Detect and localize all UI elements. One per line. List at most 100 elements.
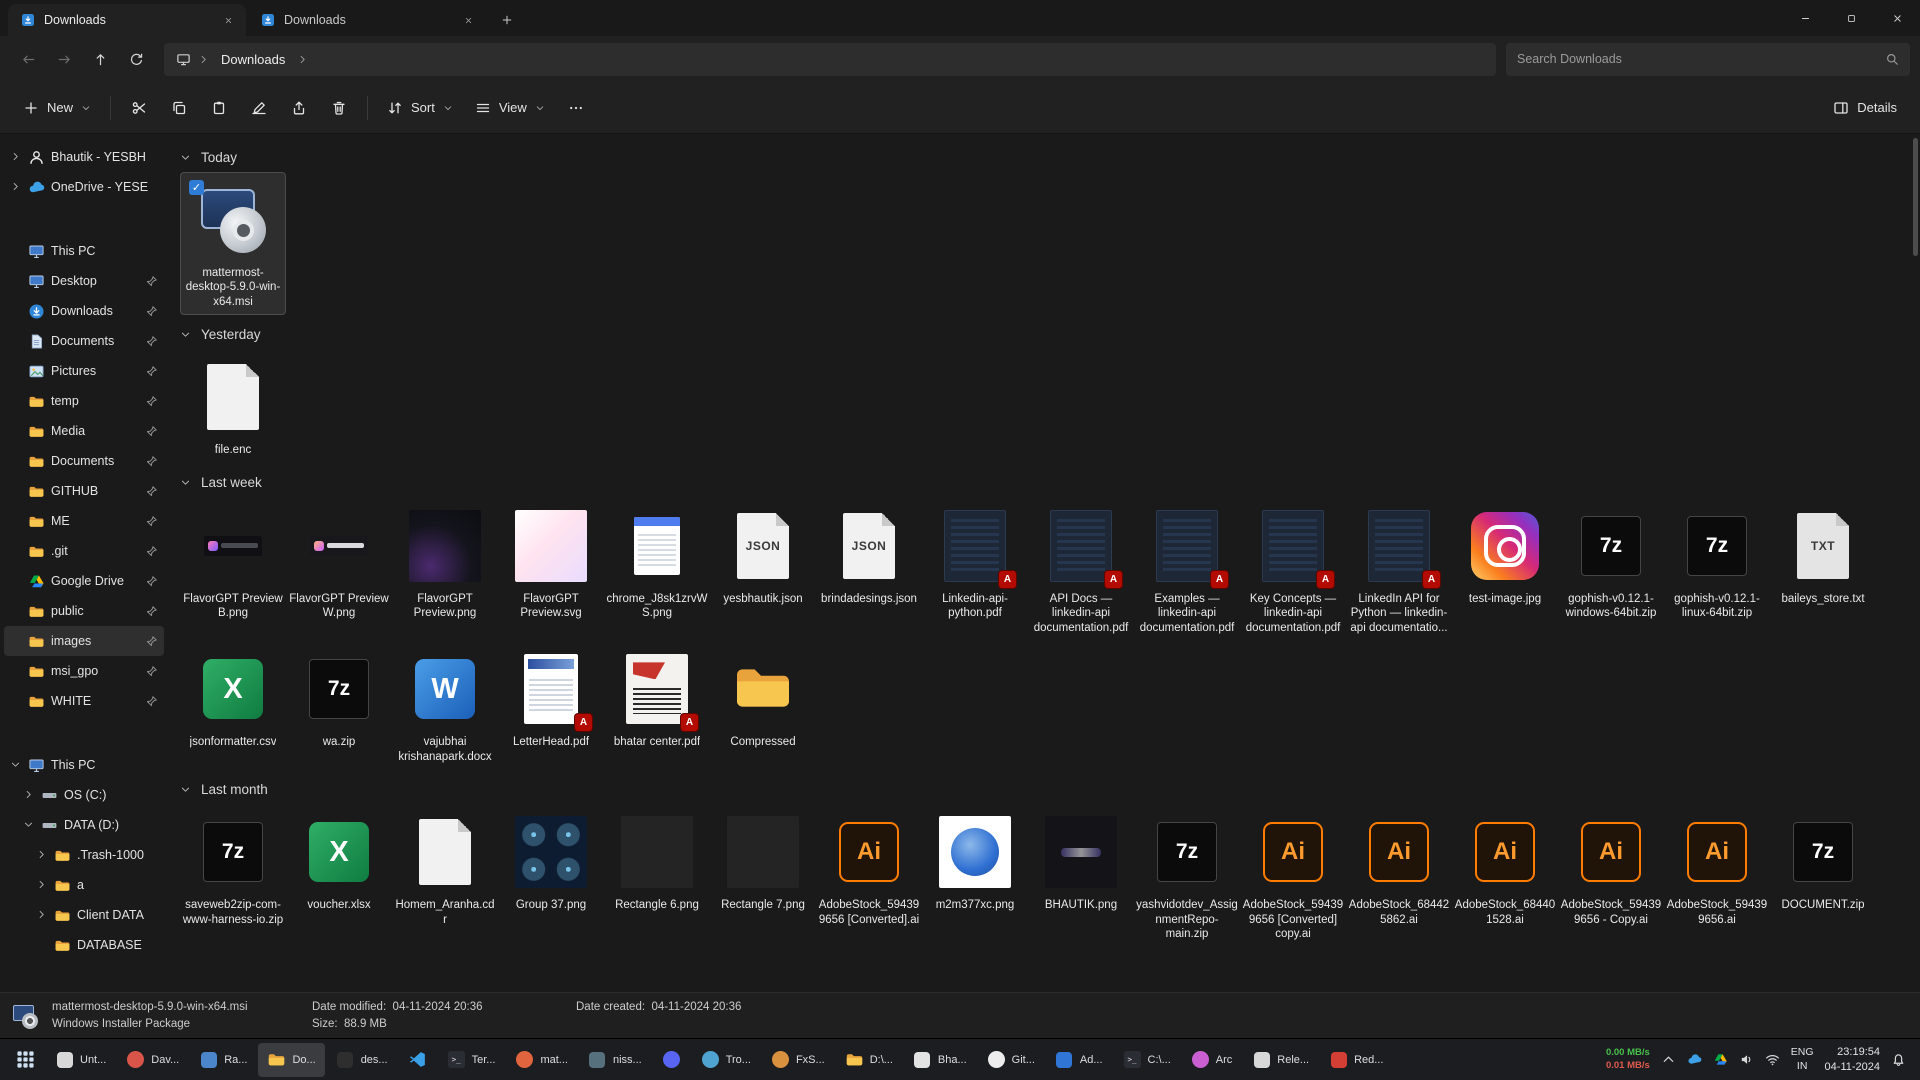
- new-tab-button[interactable]: [492, 5, 522, 35]
- file-tile[interactable]: 7zgophish-v0.12.1-linux-64bit.zip: [1664, 498, 1770, 641]
- file-tile[interactable]: JSONbrindadesings.json: [816, 498, 922, 641]
- taskbar-item-mat[interactable]: mat...: [506, 1043, 577, 1077]
- sidebar-item-documents[interactable]: Documents: [4, 446, 164, 476]
- onedrive-icon[interactable]: [1687, 1052, 1702, 1067]
- file-tile[interactable]: Homem_Aranha.cdr: [392, 804, 498, 947]
- tab-close-icon[interactable]: [458, 10, 478, 30]
- minimize-button[interactable]: [1782, 0, 1828, 36]
- group-header-last-week[interactable]: Last week: [180, 468, 1914, 498]
- taskbar-item-niss[interactable]: niss...: [579, 1043, 651, 1077]
- google-drive-icon[interactable]: [1713, 1052, 1728, 1067]
- taskbar-item-unt[interactable]: Unt...: [46, 1043, 115, 1077]
- start-button[interactable]: [6, 1043, 44, 1077]
- file-tile[interactable]: FlavorGPT Preview.svg: [498, 498, 604, 641]
- file-tile[interactable]: Xjsonformatter.csv: [180, 641, 286, 770]
- file-tile[interactable]: ALetterHead.pdf: [498, 641, 604, 770]
- file-tile[interactable]: 7zwa.zip: [286, 641, 392, 770]
- sidebar-item-desktop[interactable]: Desktop: [4, 266, 164, 296]
- taskbar-item-circle[interactable]: [653, 1043, 690, 1077]
- back-button[interactable]: [10, 43, 46, 75]
- sidebar-item-os-c[interactable]: OS (C:): [4, 780, 164, 810]
- file-tile[interactable]: AiAdobeStock_594399656 - Copy.ai: [1558, 804, 1664, 947]
- net-speed-widget[interactable]: 0.00 MB/s 0.01 MB/s: [1606, 1047, 1650, 1072]
- search-box[interactable]: [1506, 43, 1910, 76]
- taskbar-item-red[interactable]: Red...: [1320, 1043, 1392, 1077]
- group-header-last-month[interactable]: Last month: [180, 774, 1914, 804]
- file-tile[interactable]: TXTbaileys_store.txt: [1770, 498, 1876, 641]
- taskbar-item-ra[interactable]: Ra...: [190, 1043, 256, 1077]
- sidebar-item-trash-1000[interactable]: .Trash-1000: [4, 840, 164, 870]
- file-tile[interactable]: FlavorGPT Preview B.png: [180, 498, 286, 641]
- chevron-right-icon[interactable]: [10, 181, 22, 193]
- sidebar-item-this-pc[interactable]: This PC: [4, 750, 164, 780]
- taskbar-item-do[interactable]: Do...: [258, 1043, 324, 1077]
- group-header-yesterday[interactable]: Yesterday: [180, 319, 1914, 349]
- file-tile[interactable]: m2m377xc.png: [922, 804, 1028, 947]
- file-tile[interactable]: 7zgophish-v0.12.1-windows-64bit.zip: [1558, 498, 1664, 641]
- address-bar[interactable]: Downloads: [164, 43, 1496, 76]
- view-button[interactable]: View: [464, 90, 556, 126]
- rename-button[interactable]: [239, 90, 279, 126]
- sidebar-item-git[interactable]: .git: [4, 536, 164, 566]
- file-tile[interactable]: ALinkedin-api-python.pdf: [922, 498, 1028, 641]
- file-tile[interactable]: ✓mattermost-desktop-5.9.0-win-x64.msi: [180, 172, 286, 315]
- tab-2[interactable]: Downloads: [248, 4, 486, 36]
- taskbar-item-rele[interactable]: Rele...: [1243, 1043, 1318, 1077]
- clock[interactable]: 23:19:54 04-11-2024: [1825, 1045, 1880, 1075]
- file-tile[interactable]: BHAUTIK.png: [1028, 804, 1134, 947]
- share-button[interactable]: [279, 90, 319, 126]
- tab-close-icon[interactable]: [218, 10, 238, 30]
- selection-checkbox[interactable]: ✓: [189, 180, 204, 195]
- taskbar-item-c[interactable]: >_C:\...: [1114, 1043, 1180, 1077]
- sidebar-item-me[interactable]: ME: [4, 506, 164, 536]
- file-tile[interactable]: AiAdobeStock_594399656 [Converted].ai: [816, 804, 922, 947]
- file-tile[interactable]: AiAdobeStock_684401528.ai: [1452, 804, 1558, 947]
- file-tile[interactable]: Rectangle 6.png: [604, 804, 710, 947]
- notification-bell-icon[interactable]: [1891, 1052, 1906, 1067]
- sidebar-item-bhautik-yesbh[interactable]: Bhautik - YESBH: [4, 142, 164, 172]
- language-indicator[interactable]: ENG IN: [1791, 1046, 1814, 1073]
- file-tile[interactable]: AExamples — linkedin-api documentation.p…: [1134, 498, 1240, 641]
- file-list-area[interactable]: Today✓mattermost-desktop-5.9.0-win-x64.m…: [168, 134, 1920, 992]
- copy-button[interactable]: [159, 90, 199, 126]
- group-header-today[interactable]: Today: [180, 142, 1914, 172]
- paste-button[interactable]: [199, 90, 239, 126]
- search-input[interactable]: [1517, 52, 1877, 66]
- sidebar-item-white[interactable]: WHITE: [4, 686, 164, 716]
- file-tile[interactable]: AiAdobeStock_594399656.ai: [1664, 804, 1770, 947]
- file-tile[interactable]: Wvajubhai krishanapark.docx: [392, 641, 498, 770]
- maximize-button[interactable]: [1828, 0, 1874, 36]
- file-tile[interactable]: Xvoucher.xlsx: [286, 804, 392, 947]
- sidebar-item-database[interactable]: DATABASE: [4, 930, 164, 960]
- sidebar-item-this-pc[interactable]: This PC: [4, 236, 164, 266]
- up-button[interactable]: [82, 43, 118, 75]
- refresh-button[interactable]: [118, 43, 154, 75]
- sidebar-item-pictures[interactable]: Pictures: [4, 356, 164, 386]
- file-tile[interactable]: Compressed: [710, 641, 816, 770]
- close-button[interactable]: [1874, 0, 1920, 36]
- file-tile[interactable]: JSONyesbhautik.json: [710, 498, 816, 641]
- sidebar-item-onedrive-yese[interactable]: OneDrive - YESE: [4, 172, 164, 202]
- file-tile[interactable]: test-image.jpg: [1452, 498, 1558, 641]
- chevron-right-icon[interactable]: [36, 849, 48, 861]
- chevron-right-icon[interactable]: [36, 909, 48, 921]
- tab-1[interactable]: Downloads: [8, 4, 246, 36]
- sidebar-item-media[interactable]: Media: [4, 416, 164, 446]
- sidebar-item-a[interactable]: a: [4, 870, 164, 900]
- sidebar-item-google-drive[interactable]: Google Drive: [4, 566, 164, 596]
- file-tile[interactable]: Rectangle 7.png: [710, 804, 816, 947]
- file-tile[interactable]: 7zDOCUMENT.zip: [1770, 804, 1876, 947]
- volume-icon[interactable]: [1739, 1052, 1754, 1067]
- taskbar-item-arc[interactable]: Arc: [1182, 1043, 1242, 1077]
- sidebar-item-images[interactable]: images: [4, 626, 164, 656]
- file-tile[interactable]: ALinkedIn API for Python — linkedin-api …: [1346, 498, 1452, 641]
- file-tile[interactable]: Group 37.png: [498, 804, 604, 947]
- file-tile[interactable]: AAPI Docs — linkedin-api documentation.p…: [1028, 498, 1134, 641]
- sort-button[interactable]: Sort: [376, 90, 464, 126]
- chevron-right-icon[interactable]: [23, 789, 35, 801]
- taskbar-item-d[interactable]: D:\...: [836, 1043, 902, 1077]
- sidebar-item-data-d[interactable]: DATA (D:): [4, 810, 164, 840]
- sidebar-item-downloads[interactable]: Downloads: [4, 296, 164, 326]
- taskbar-item-fxs[interactable]: FxS...: [762, 1043, 834, 1077]
- wifi-icon[interactable]: [1765, 1052, 1780, 1067]
